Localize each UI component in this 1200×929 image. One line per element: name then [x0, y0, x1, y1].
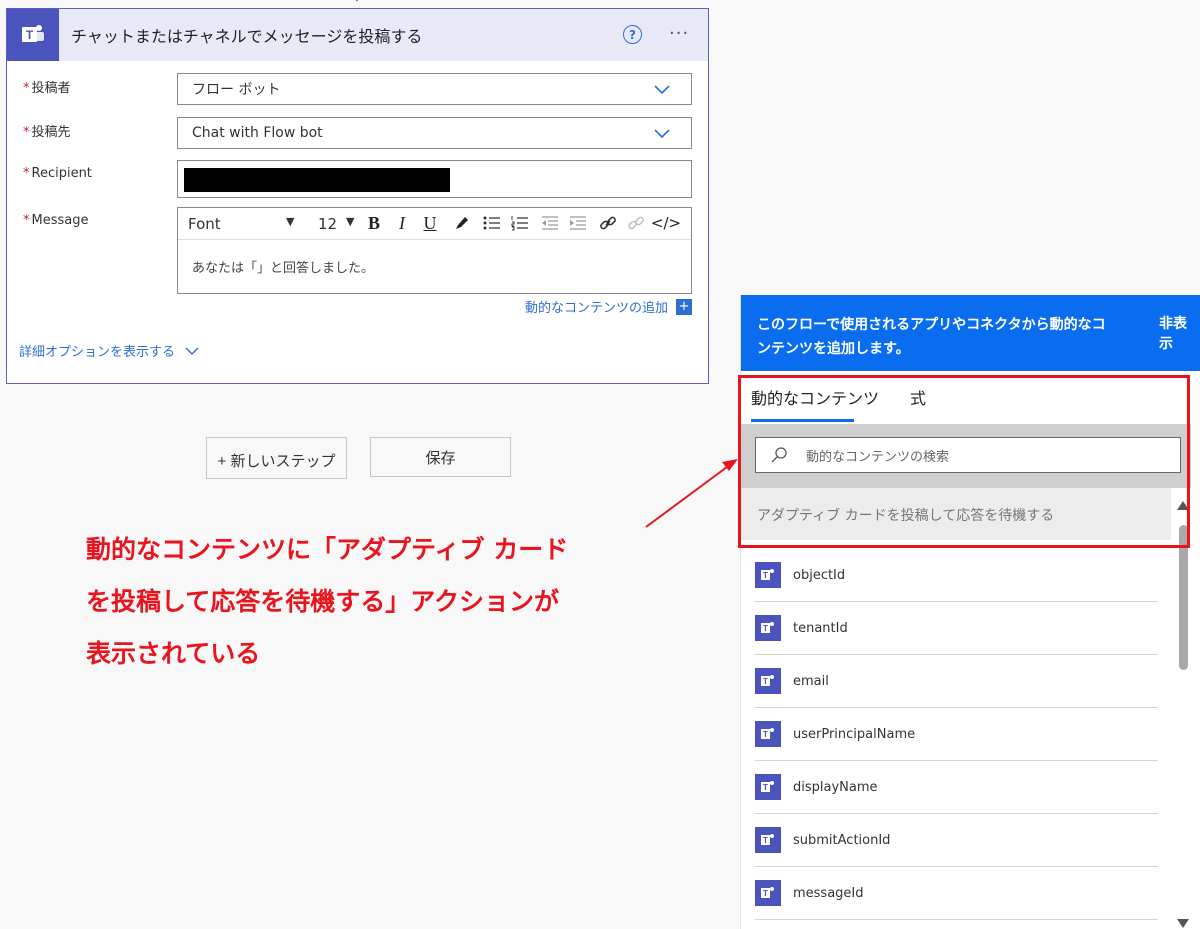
font-caret-icon[interactable]: ▼: [286, 215, 294, 228]
post-message-action-card: T チャットまたはチャネルでメッセージを投稿する ? ··· * 投稿者 フロー …: [6, 8, 709, 384]
card-title: チャットまたはチャネルでメッセージを投稿する: [71, 27, 423, 46]
list-item-label: submitActionId: [793, 832, 891, 848]
dynamic-content-list: T objectId T tenantId T email T userPrin…: [755, 549, 1158, 929]
teams-icon: T: [755, 615, 781, 641]
link-icon[interactable]: [596, 211, 620, 235]
list-item-label: objectId: [793, 567, 846, 583]
message-label: * Message: [23, 213, 89, 228]
new-step-button[interactable]: + 新しいステップ: [206, 437, 347, 479]
poster-value: フロー ボット: [192, 82, 281, 98]
teams-icon: T: [755, 827, 781, 853]
plus-icon: +: [676, 298, 692, 315]
list-item[interactable]: T messageId: [755, 867, 1158, 920]
svg-text:T: T: [763, 624, 768, 633]
highlight-pen-icon[interactable]: [450, 211, 474, 235]
connector-arrow-icon: [355, 0, 359, 2]
show-advanced-options-label: 詳細オプションを表示する: [19, 345, 176, 360]
svg-text:T: T: [763, 836, 768, 845]
highlight-box: [738, 375, 1190, 548]
decrease-indent-icon[interactable]: [538, 211, 562, 235]
unlink-icon[interactable]: [624, 211, 648, 235]
font-size-select[interactable]: 12: [318, 215, 337, 233]
recipient-label: * Recipient: [23, 166, 92, 181]
panel-description: このフローで使用されるアプリやコネクタから動的なコンテンツを追加します。: [757, 317, 1106, 357]
post-in-select[interactable]: Chat with Flow bot: [177, 117, 692, 149]
add-dynamic-content-label: 動的なコンテンツの追加: [524, 301, 668, 316]
panel-header: このフローで使用されるアプリやコネクタから動的なコンテンツを追加します。 非表示: [741, 295, 1200, 371]
poster-select[interactable]: フロー ボット: [177, 73, 692, 105]
list-item[interactable]: T objectId: [755, 549, 1158, 602]
chevron-down-icon: [654, 129, 670, 139]
list-item-partial[interactable]: [755, 920, 1158, 929]
teams-icon: T: [755, 774, 781, 800]
list-item-label: email: [793, 673, 829, 689]
message-editor[interactable]: Font ▼ 12 ▼ B I U </> あなたは「」と回答しました。: [177, 207, 692, 294]
hide-panel-button[interactable]: 非表示: [1159, 313, 1200, 353]
poster-label: * 投稿者: [23, 81, 71, 96]
help-icon[interactable]: ?: [623, 25, 642, 44]
underline-icon[interactable]: U: [418, 211, 442, 235]
teams-icon: T: [755, 668, 781, 694]
chevron-down-icon: [654, 85, 670, 95]
list-item[interactable]: T email: [755, 655, 1158, 708]
save-button[interactable]: 保存: [370, 437, 511, 477]
annotation-line-2: を投稿して応答を待機する」アクションが: [86, 587, 560, 616]
annotation-line-3: 表示されている: [86, 639, 261, 668]
svg-text:T: T: [763, 571, 768, 580]
numbered-list-icon[interactable]: [508, 211, 532, 235]
annotation-text: 動的なコンテンツに「アダプティブ カード を投稿して応答を待機する」アクションが…: [86, 524, 706, 680]
show-advanced-options-link[interactable]: 詳細オプションを表示する: [19, 341, 199, 360]
increase-indent-icon[interactable]: [566, 211, 590, 235]
list-item[interactable]: T submitActionId: [755, 814, 1158, 867]
list-item-label: userPrincipalName: [793, 726, 916, 742]
bulleted-list-icon[interactable]: [480, 211, 504, 235]
annotation-line-1: 動的なコンテンツに「アダプティブ カード: [86, 535, 569, 564]
code-view-icon[interactable]: </>: [651, 211, 681, 235]
add-dynamic-content-link[interactable]: 動的なコンテンツの追加 +: [525, 297, 692, 316]
teams-icon: T: [755, 562, 781, 588]
svg-text:T: T: [763, 889, 768, 898]
more-options-icon[interactable]: ···: [669, 23, 689, 44]
list-item-label: tenantId: [793, 620, 848, 636]
size-caret-icon[interactable]: ▼: [346, 215, 354, 228]
editor-toolbar: Font ▼ 12 ▼ B I U </>: [178, 208, 691, 240]
bold-icon[interactable]: B: [362, 211, 386, 235]
list-item[interactable]: T tenantId: [755, 602, 1158, 655]
scroll-down-icon[interactable]: [1177, 919, 1189, 928]
italic-icon[interactable]: I: [390, 211, 414, 235]
panel-scrollbar[interactable]: [1175, 495, 1191, 929]
post-in-value: Chat with Flow bot: [192, 125, 323, 141]
chevron-down-icon: [185, 347, 199, 355]
svg-text:T: T: [26, 28, 34, 42]
list-item[interactable]: T displayName: [755, 761, 1158, 814]
post-in-label: * 投稿先: [23, 125, 71, 140]
svg-text:T: T: [763, 730, 768, 739]
teams-icon: T: [7, 9, 59, 61]
redacted-value: [184, 168, 450, 192]
list-item-label: messageId: [793, 885, 864, 901]
list-item-label: displayName: [793, 779, 878, 795]
teams-icon: T: [755, 721, 781, 747]
card-header[interactable]: T チャットまたはチャネルでメッセージを投稿する ? ···: [7, 9, 708, 61]
svg-text:T: T: [763, 677, 768, 686]
svg-text:T: T: [763, 783, 768, 792]
message-content: あなたは「」と回答しました。: [192, 261, 375, 276]
font-select[interactable]: Font: [188, 215, 221, 233]
recipient-input[interactable]: [177, 160, 692, 198]
teams-icon: T: [755, 880, 781, 906]
list-item[interactable]: T userPrincipalName: [755, 708, 1158, 761]
